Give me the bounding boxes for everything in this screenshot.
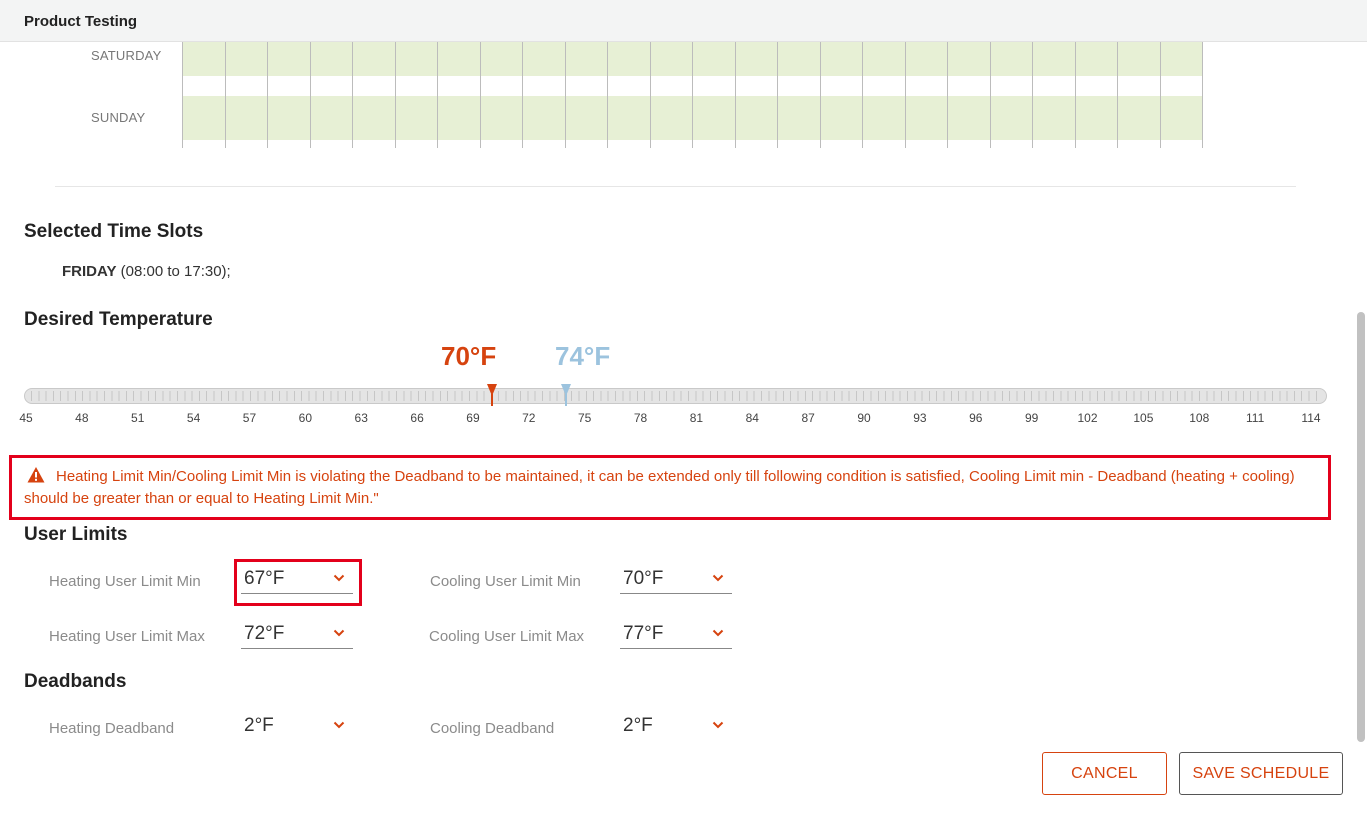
schedule-grid-line [267, 42, 268, 148]
slider-tick-label: 66 [410, 411, 424, 425]
deadbands-title: Deadbands [24, 671, 127, 692]
user-limits-title: User Limits [24, 524, 128, 545]
heating-deadband-select[interactable]: 2°F [241, 715, 353, 741]
schedule-grid-line [182, 42, 183, 148]
temperature-slider-track[interactable] [24, 388, 1327, 404]
slider-tick-label: 57 [242, 411, 257, 425]
slider-tick-label: 78 [633, 411, 648, 425]
heat-setpoint-value: 70°F [441, 341, 497, 371]
schedule-grid-line [1032, 42, 1033, 148]
heating-user-limit-max-select[interactable]: 72°F [241, 623, 353, 649]
schedule-grid-line [607, 42, 608, 148]
slider-tick-label: 84 [745, 411, 759, 425]
schedule-grid-line [522, 42, 523, 148]
schedule-grid-line [947, 42, 948, 148]
slider-tick-label: 48 [75, 411, 89, 425]
schedule-grid-line [819, 42, 821, 148]
slider-tick-label: 96 [969, 411, 983, 425]
heating-deadband-label: Heating Deadband [49, 720, 175, 737]
slider-tick-label: 69 [466, 411, 480, 425]
schedule-grid-line [564, 42, 566, 148]
weekly-schedule-grid: SATURDAY SUNDAY [0, 42, 1367, 152]
slider-tick-marks [31, 391, 1320, 401]
vertical-scrollbar[interactable] [1357, 312, 1365, 742]
schedule-grid-line [1117, 42, 1118, 148]
deadband-error-message: Heating Limit Min/Cooling Limit Min is v… [9, 455, 1331, 520]
schedule-grid-line [1202, 42, 1203, 148]
slider-tick-label: 72 [522, 411, 536, 425]
selected-slot-item: FRIDAY (08:00 to 17:30); [62, 263, 231, 280]
slider-tick-label: 111 [1246, 411, 1265, 425]
schedule-grid-line [309, 42, 311, 148]
chevron-down-icon [712, 721, 724, 729]
slider-tick-label: 63 [354, 411, 368, 425]
heat-setpoint-thumb[interactable] [486, 384, 497, 396]
cool-setpoint-value: 74°F [555, 341, 611, 371]
cooling-user-limit-max-value: 77°F [623, 623, 664, 644]
page-title: Product Testing [24, 13, 138, 30]
save-schedule-button[interactable]: SAVE SCHEDULE [1179, 752, 1343, 795]
selected-time-slots-title: Selected Time Slots [24, 221, 204, 242]
slider-tick-label: 105 [1133, 411, 1154, 425]
schedule-grid-line [777, 42, 778, 148]
section-divider [55, 186, 1296, 187]
schedule-grid-line [649, 42, 651, 148]
slider-tick-label: 45 [19, 411, 33, 425]
slider-tick-label: 51 [131, 411, 145, 425]
schedule-grid-line [862, 42, 863, 148]
schedule-grid-line [1074, 42, 1076, 148]
slider-tick-label: 81 [689, 411, 704, 425]
error-text: Heating Limit Min/Cooling Limit Min is v… [24, 468, 1295, 507]
slider-tick-label: 99 [1024, 411, 1039, 425]
schedule-grid-line [734, 42, 736, 148]
day-label-sunday: SUNDAY [91, 110, 146, 125]
slider-tick-label: 87 [801, 411, 815, 425]
schedule-grid-line [904, 42, 906, 148]
chevron-down-icon [333, 721, 345, 729]
slider-tick-label: 114 [1301, 411, 1321, 425]
schedule-grid-line [394, 42, 396, 148]
slider-tick-label: 54 [186, 411, 201, 425]
cooling-user-limit-min-value: 70°F [623, 568, 664, 589]
heating-user-limit-min-label: Heating User Limit Min [49, 573, 201, 590]
heating-deadband-value: 2°F [244, 715, 274, 736]
selected-slot-range: (08:00 to 17:30); [116, 263, 231, 280]
cool-setpoint-thumb[interactable] [561, 384, 572, 396]
cooling-user-limit-min-select[interactable]: 70°F [620, 568, 732, 594]
schedule-grid-line [1159, 42, 1161, 148]
slider-tick-label: 102 [1077, 411, 1098, 425]
cooling-user-limit-min-label: Cooling User Limit Min [430, 573, 581, 590]
cancel-button[interactable]: CANCEL [1042, 752, 1167, 795]
schedule-grid-line [352, 42, 353, 148]
schedule-grid-line [989, 42, 991, 148]
slider-tick-label: 60 [298, 411, 313, 425]
cooling-deadband-label: Cooling Deadband [430, 720, 555, 737]
selected-slot-day: FRIDAY [62, 263, 117, 280]
slider-tick-label: 75 [578, 411, 592, 425]
schedule-grid-line [224, 42, 226, 148]
heating-user-limit-max-label: Heating User Limit Max [49, 628, 205, 645]
slider-tick-label: 90 [857, 411, 871, 425]
cooling-user-limit-max-select[interactable]: 77°F [620, 623, 732, 649]
cooling-user-limit-max-label: Cooling User Limit Max [429, 628, 585, 645]
schedule-grid-line [437, 42, 438, 148]
desired-temperature-title: Desired Temperature [24, 309, 213, 330]
slider-tick-label: 108 [1189, 411, 1210, 425]
cooling-deadband-value: 2°F [623, 715, 653, 736]
schedule-grid-line [692, 42, 693, 148]
title-bar: Product Testing [0, 0, 1367, 42]
chevron-down-icon [333, 629, 345, 637]
cooling-deadband-select[interactable]: 2°F [620, 715, 732, 741]
heating-user-limit-max-value: 72°F [244, 623, 285, 644]
chevron-down-icon [712, 629, 724, 637]
heating-user-limit-min-highlight [234, 559, 362, 606]
schedule-grid-line [479, 42, 481, 148]
chevron-down-icon [712, 574, 724, 582]
slider-tick-label: 93 [913, 411, 927, 425]
day-label-saturday: SATURDAY [91, 48, 162, 63]
